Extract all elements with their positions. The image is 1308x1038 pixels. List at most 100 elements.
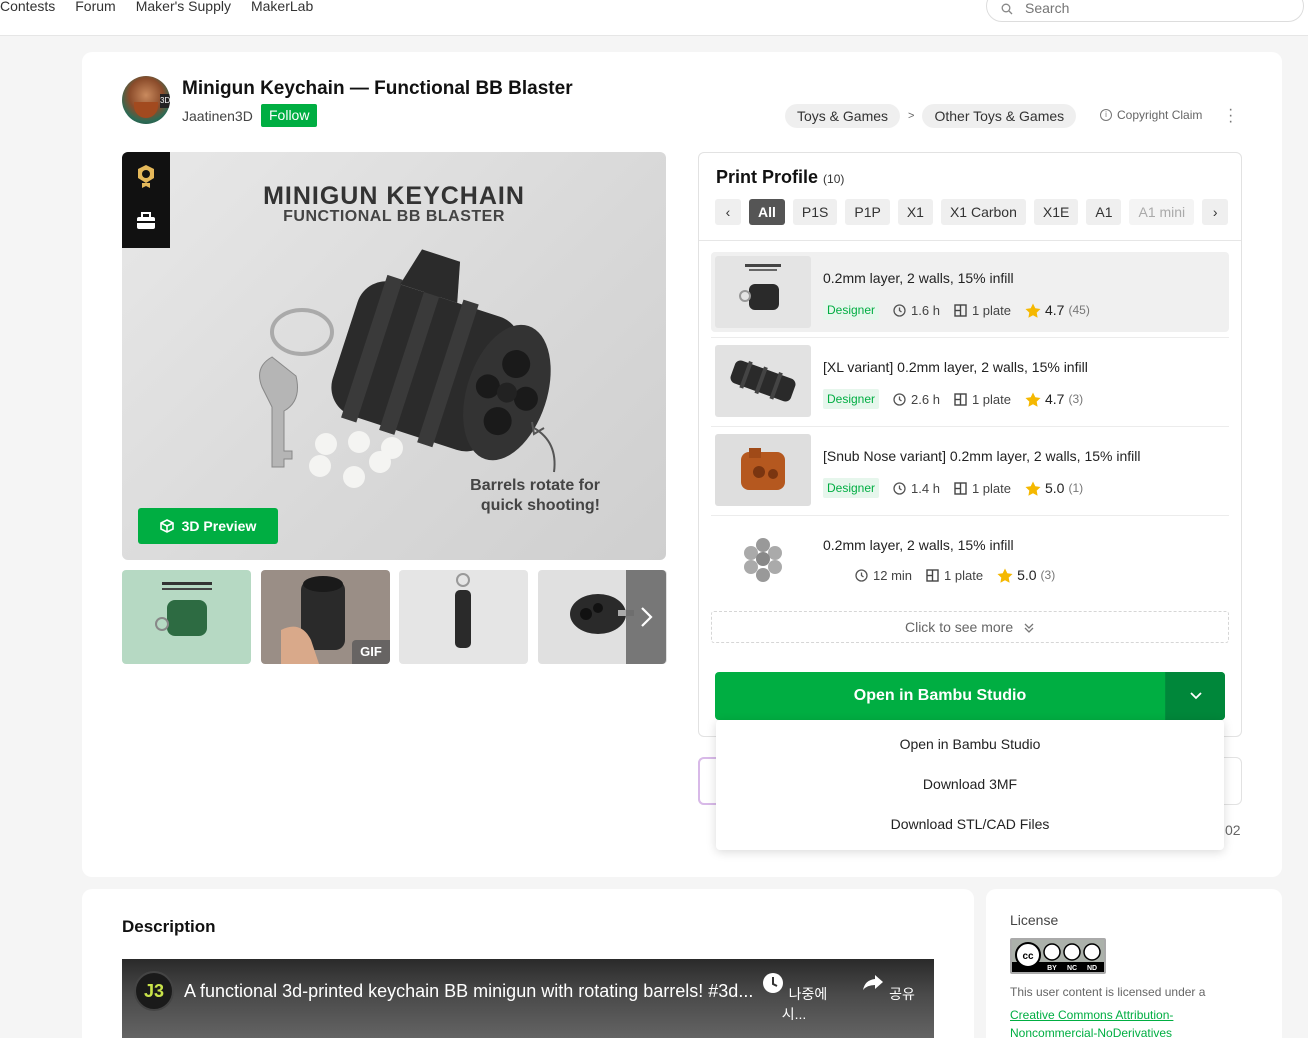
watch-later-button[interactable]: 나중에 시... (754, 971, 834, 1024)
license-badge-by: BY (1047, 965, 1057, 972)
print-time: 1.4 h (911, 480, 940, 496)
profile-meta: 12 min 1 plate 5.0 (3) (855, 567, 1055, 583)
profile-meta: Designer 2.6 h 1 plate 4.7 (3) (823, 389, 1083, 409)
clock-icon (893, 303, 906, 317)
license-link[interactable]: Creative Commons Attribution- Noncommerc… (1010, 1006, 1250, 1038)
model-title: Minigun Keychain — Functional BB Blaster (182, 78, 573, 99)
author-name[interactable]: Jaatinen3D (182, 108, 253, 124)
designer-badge: Designer (823, 300, 880, 320)
cc-license-badge[interactable]: cc BY NC ND (1010, 938, 1106, 974)
thumbnail-strip: GIF (122, 570, 667, 664)
star-icon (1025, 481, 1041, 496)
model-card: 3D Minigun Keychain — Functional BB Blas… (82, 52, 1282, 877)
description-card: Description J3 A functional 3d-printed k… (82, 889, 974, 1038)
main-image[interactable]: MINIGUN KEYCHAIN FUNCTIONAL BB BLASTER B… (122, 152, 666, 560)
channel-logo[interactable]: J3 (134, 971, 174, 1011)
plate-icon (954, 303, 967, 317)
profile-row-2[interactable]: [XL variant] 0.2mm layer, 2 walls, 15% i… (711, 341, 1229, 421)
printer-filter-x1-carbon[interactable]: X1 Carbon (940, 199, 1026, 225)
clock-icon (893, 481, 906, 495)
printer-filter-a1[interactable]: A1 (1086, 199, 1122, 225)
image-subheading: FUNCTIONAL BB BLASTER (283, 208, 505, 225)
see-more-label: Click to see more (904, 619, 1014, 635)
more-options-icon[interactable]: · · · (1228, 102, 1233, 130)
star-icon (997, 568, 1013, 583)
watch-later-label: 나중에 시... (781, 986, 828, 1022)
chevron-right-icon (641, 607, 653, 627)
plate-count: 1 plate (971, 480, 1011, 496)
license-link-line1: Creative Commons Attribution- (1010, 1008, 1174, 1022)
profile-thumbnail (715, 345, 811, 417)
open-in-bambu-studio-button[interactable]: Open in Bambu Studio (715, 672, 1225, 720)
share-button[interactable]: 공유 (848, 971, 928, 1004)
profile-thumbnail (715, 256, 811, 328)
designer-badge: Designer (823, 478, 880, 498)
menu-item-open-in-bambu-studio[interactable]: Open in Bambu Studio (716, 724, 1224, 764)
thumbnail-next-button[interactable] (626, 570, 666, 664)
partial-number: 02 (1225, 822, 1241, 838)
license-card: License cc BY NC ND This user content is… (986, 889, 1282, 1038)
license-badge-nc: NC (1067, 965, 1077, 972)
thumbnail-2[interactable]: GIF (261, 570, 390, 664)
3d-preview-button[interactable]: 3D Preview (138, 508, 278, 544)
search-input[interactable] (1025, 0, 1265, 16)
print-profile-heading: Print Profile (716, 167, 819, 187)
printer-next-button[interactable]: › (1202, 199, 1229, 225)
menu-item-download-3mf[interactable]: Download 3MF (716, 764, 1224, 804)
printer-filter-x1[interactable]: X1 (897, 199, 933, 225)
nav-link-makers-supply[interactable]: Maker's Supply (136, 0, 231, 14)
rating-count: (3) (1040, 568, 1056, 582)
profile-row-3[interactable]: [Snub Nose variant] 0.2mm layer, 2 walls… (711, 430, 1229, 510)
description-title: Description (122, 917, 216, 936)
copyright-claim-label: Copyright Claim (1117, 108, 1203, 122)
open-in-bambu-studio-label: Open in Bambu Studio (853, 687, 1027, 704)
profile-name: [Snub Nose variant] 0.2mm layer, 2 walls… (823, 448, 1141, 464)
profile-name: [XL variant] 0.2mm layer, 2 walls, 15% i… (823, 359, 1088, 375)
clock-icon (762, 973, 783, 993)
author-avatar[interactable]: 3D (122, 76, 170, 124)
category-tag[interactable]: Toys & Games (785, 104, 901, 128)
top-nav: Contests Forum Maker's Supply MakerLab (0, 0, 1308, 36)
thumbnail-1[interactable] (122, 570, 251, 664)
open-options-dropdown-toggle[interactable] (1165, 672, 1225, 720)
info-icon: i (1100, 109, 1112, 121)
printer-filter-p1s[interactable]: P1S (792, 199, 838, 225)
see-more-button[interactable]: Click to see more (711, 611, 1229, 643)
video-embed[interactable]: J3 A functional 3d-printed keychain BB m… (122, 959, 934, 1038)
menu-item-download-stl[interactable]: Download STL/CAD Files (716, 804, 1224, 844)
rating-value: 4.7 (1045, 302, 1065, 318)
rating-value: 5.0 (1017, 567, 1037, 583)
printer-filter-x1e[interactable]: X1E (1033, 199, 1079, 225)
plate-count: 1 plate (971, 391, 1011, 407)
printer-filter-p1p[interactable]: P1P (845, 199, 890, 225)
search-box[interactable] (986, 0, 1304, 22)
chevron-down-icon (1189, 692, 1202, 700)
subcategory-tag[interactable]: Other Toys & Games (922, 104, 1077, 128)
video-title[interactable]: A functional 3d-printed keychain BB mini… (184, 981, 764, 1002)
printer-filter-a1-mini[interactable]: A1 mini (1129, 199, 1195, 225)
breadcrumb-separator: > (908, 110, 915, 122)
share-label: 공유 (889, 986, 915, 1002)
printer-prev-button[interactable]: ‹ (715, 199, 741, 225)
nav-link-makerlab[interactable]: MakerLab (251, 0, 313, 14)
divider (699, 240, 1241, 241)
license-title: License (1010, 912, 1059, 928)
thumbnail-3[interactable] (399, 570, 528, 664)
rating-count: (3) (1068, 392, 1084, 406)
double-chevron-down-icon (1024, 623, 1034, 634)
printer-filter-all[interactable]: All (749, 199, 785, 225)
profile-meta: Designer 1.4 h 1 plate 5.0 (1) (823, 478, 1083, 498)
print-profile-count: (10) (823, 172, 845, 186)
print-profile-title: Print Profile (10) (716, 167, 844, 188)
print-time: 1.6 h (911, 302, 940, 318)
copyright-claim-link[interactable]: i Copyright Claim (1100, 108, 1202, 122)
profile-thumbnail (715, 523, 811, 595)
profile-row-1[interactable]: 0.2mm layer, 2 walls, 15% infill Designe… (711, 252, 1229, 332)
nav-link-contests[interactable]: Contests (0, 0, 55, 14)
breadcrumb: Toys & Games > Other Toys & Games (785, 104, 1077, 128)
profile-row-4[interactable]: 0.2mm layer, 2 walls, 15% infill 12 min … (711, 519, 1229, 599)
print-time: 12 min (873, 567, 913, 583)
follow-button[interactable]: Follow (261, 104, 318, 127)
nav-link-forum[interactable]: Forum (75, 0, 115, 14)
designer-badge: Designer (823, 389, 880, 409)
